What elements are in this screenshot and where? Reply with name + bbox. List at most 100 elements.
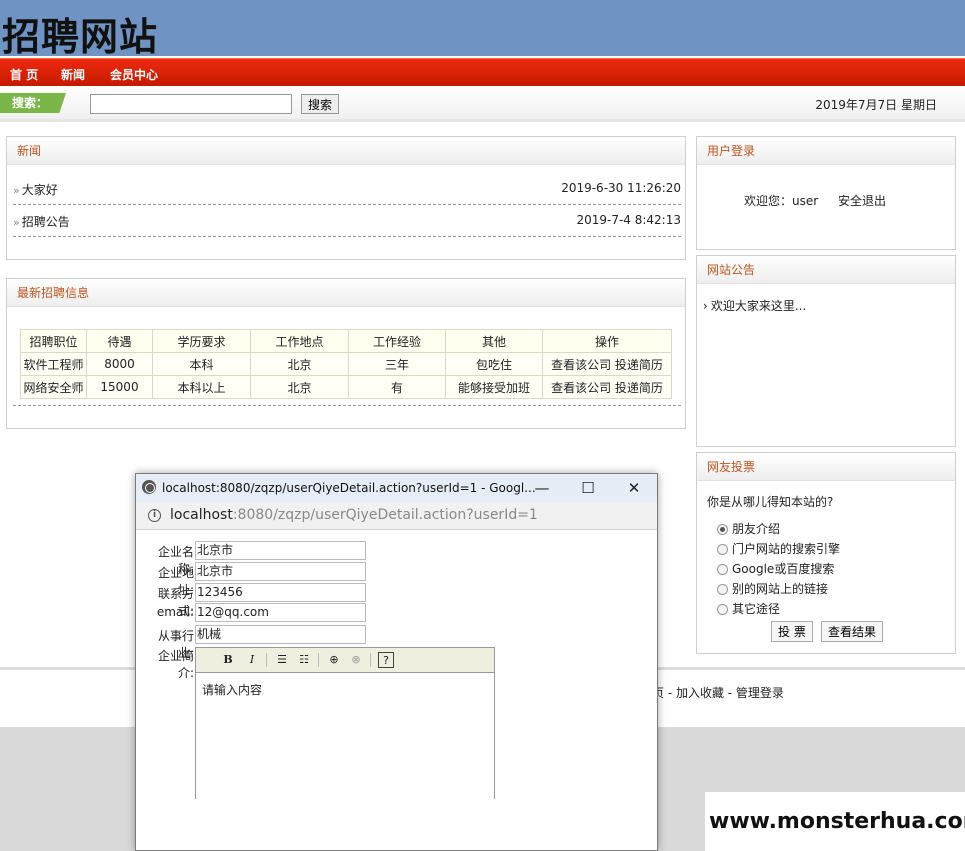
- table-cell: 8000: [86, 352, 153, 376]
- news-item: 大家好 2019-6-30 11:26:20: [13, 173, 681, 205]
- email-field[interactable]: 12@qq.com: [195, 603, 366, 622]
- poll-option-label: Google或百度搜索: [732, 562, 835, 576]
- poll-option-label: 门户网站的搜索引擎: [732, 542, 841, 556]
- table-header-row: 招聘职位 待遇 学历要求 工作地点 工作经验 其他 操作: [20, 329, 672, 353]
- radio-icon[interactable]: [717, 564, 728, 575]
- notice-panel: 网站公告 欢迎大家来这里...: [696, 255, 956, 447]
- login-panel: 用户登录 欢迎您：user 安全退出: [696, 136, 956, 250]
- column-header: 工作经验: [348, 329, 446, 353]
- company-address-field[interactable]: 北京市: [195, 562, 366, 581]
- poll-option[interactable]: 别的网站上的链接: [717, 580, 828, 597]
- close-button[interactable]: ✕: [614, 476, 654, 500]
- unordered-list-icon[interactable]: ☷: [296, 652, 312, 668]
- search-label: 搜索：: [0, 93, 66, 113]
- poll-panel: 网友投票 你是从哪儿得知本站的? 朋友介绍 门户网站的搜索引擎 Google或百…: [696, 452, 956, 654]
- radio-selected-icon[interactable]: [717, 524, 728, 535]
- main-nav: 首 页 新闻 会员中心: [0, 58, 965, 86]
- table-cell: 15000: [86, 375, 153, 399]
- footer-links[interactable]: 页 - 加入收藏 - 管理登录: [652, 684, 784, 701]
- news-item-time: 2019-6-30 11:26:20: [561, 181, 681, 195]
- contact-field[interactable]: 123456: [195, 583, 366, 602]
- jobs-table: 招聘职位 待遇 学历要求 工作地点 工作经验 其他 操作 软件工程师 8000 …: [20, 329, 672, 399]
- ordered-list-icon[interactable]: ☰: [274, 652, 290, 668]
- poll-option[interactable]: Google或百度搜索: [717, 560, 834, 577]
- news-panel: 新闻 大家好 2019-6-30 11:26:20 招聘公告 2019-7-4 …: [6, 136, 686, 260]
- radio-icon[interactable]: [717, 604, 728, 615]
- table-row: 网络安全师 15000 本科以上 北京 有 能够接受加班 查看该公司 投递简历: [20, 375, 672, 399]
- news-item-time: 2019-7-4 8:42:13: [576, 213, 681, 227]
- maximize-button[interactable]: ☐: [568, 476, 608, 500]
- poll-option[interactable]: 朋友介绍: [717, 520, 780, 537]
- news-item: 招聘公告 2019-7-4 8:42:13: [13, 205, 681, 237]
- table-cell: 北京: [250, 375, 349, 399]
- site-logo[interactable]: 招聘网站: [2, 6, 158, 61]
- job-actions-link[interactable]: 查看该公司 投递简历: [542, 375, 672, 399]
- poll-option-label: 其它途径: [732, 602, 781, 616]
- radio-icon[interactable]: [717, 544, 728, 555]
- table-cell: 网络安全师: [20, 375, 87, 399]
- table-cell: 软件工程师: [20, 352, 87, 376]
- current-date: 2019年7月7日 星期日: [815, 98, 937, 112]
- nav-news[interactable]: 新闻: [61, 66, 85, 83]
- nav-home[interactable]: 首 页: [10, 66, 38, 83]
- toolbar-separator: [370, 653, 371, 667]
- email-label: email:: [156, 605, 194, 619]
- site-header: 招聘网站: [0, 0, 965, 59]
- notice-item[interactable]: 欢迎大家来这里...: [703, 297, 806, 314]
- welcome-text: 欢迎您：user: [744, 194, 819, 208]
- globe-icon: [142, 480, 156, 494]
- watermark: www.monsterhua.com: [705, 792, 965, 851]
- poll-option[interactable]: 门户网站的搜索引擎: [717, 540, 840, 557]
- company-name-field[interactable]: 北京市: [195, 541, 366, 560]
- logout-link[interactable]: 安全退出: [838, 192, 886, 209]
- intro-label: 企业简介:: [157, 649, 194, 680]
- poll-option[interactable]: 其它途径: [717, 600, 780, 617]
- table-cell: 本科: [152, 352, 251, 376]
- notice-panel-title: 网站公告: [697, 256, 955, 284]
- jobs-panel: 最新招聘信息 招聘职位 待遇 学历要求 工作地点 工作经验 其他 操作 软件工程…: [6, 278, 686, 429]
- radio-icon[interactable]: [717, 584, 728, 595]
- news-item-title[interactable]: 招聘公告: [13, 213, 70, 230]
- popup-titlebar[interactable]: localhost:8080/zqzp/userQiyeDetail.actio…: [136, 474, 657, 502]
- vote-button[interactable]: 投 票: [771, 621, 813, 642]
- address-path: :8080/zqzp/userQiyeDetail.action?userId=…: [232, 507, 538, 523]
- company-detail-popup: localhost:8080/zqzp/userQiyeDetail.actio…: [135, 473, 658, 851]
- news-panel-title: 新闻: [7, 137, 685, 165]
- column-header: 其他: [445, 329, 543, 353]
- table-cell: 能够接受加班: [445, 375, 543, 399]
- address-url[interactable]: localhost:8080/zqzp/userQiyeDetail.actio…: [170, 507, 538, 523]
- table-cell: 本科以上: [152, 375, 251, 399]
- toolbar-separator: [318, 653, 319, 667]
- info-icon[interactable]: i: [148, 509, 161, 522]
- editor-content[interactable]: 请输入内容: [202, 681, 262, 698]
- search-button[interactable]: 搜索: [301, 94, 339, 114]
- view-results-button[interactable]: 查看结果: [821, 621, 884, 642]
- popup-title: localhost:8080/zqzp/userQiyeDetail.actio…: [162, 481, 536, 495]
- nav-member-center[interactable]: 会员中心: [110, 66, 158, 83]
- remove-link-icon[interactable]: ⊗: [348, 652, 364, 668]
- editor-toolbar: B I ☰ ☷ ⊕ ⊗ ?: [196, 648, 494, 673]
- column-header: 操作: [542, 329, 672, 353]
- job-actions-link[interactable]: 查看该公司 投递简历: [542, 352, 672, 376]
- bold-icon[interactable]: B: [220, 652, 236, 668]
- toolbar-separator: [266, 653, 267, 667]
- table-cell: 北京: [250, 352, 349, 376]
- minimize-button[interactable]: —: [522, 476, 562, 500]
- column-header: 待遇: [86, 329, 153, 353]
- jobs-panel-title: 最新招聘信息: [7, 279, 685, 307]
- italic-icon[interactable]: I: [244, 652, 260, 668]
- insert-link-icon[interactable]: ⊕: [326, 652, 342, 668]
- news-item-title[interactable]: 大家好: [13, 181, 58, 198]
- table-cell: 三年: [348, 352, 446, 376]
- address-host: localhost: [170, 507, 233, 523]
- column-header: 招聘职位: [20, 329, 87, 353]
- industry-field[interactable]: 机械: [195, 625, 366, 644]
- help-icon[interactable]: ?: [378, 652, 394, 668]
- poll-option-label: 朋友介绍: [732, 522, 781, 536]
- table-cell: 有: [348, 375, 446, 399]
- poll-question: 你是从哪儿得知本站的?: [707, 495, 834, 509]
- rich-text-editor: B I ☰ ☷ ⊕ ⊗ ? 请输入内容: [195, 647, 495, 799]
- address-bar[interactable]: i localhost:8080/zqzp/userQiyeDetail.act…: [136, 502, 657, 530]
- table-row: 软件工程师 8000 本科 北京 三年 包吃住 查看该公司 投递简历: [20, 352, 672, 376]
- search-input[interactable]: [90, 94, 292, 114]
